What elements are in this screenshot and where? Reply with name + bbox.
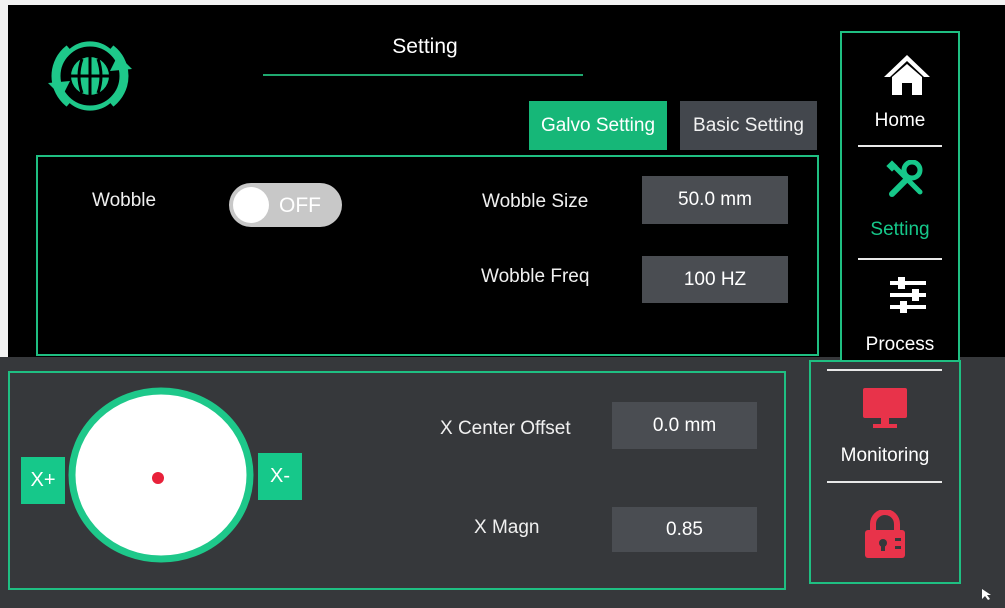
x-plus-button[interactable]: X+ bbox=[21, 457, 65, 504]
tab-basic-setting[interactable]: Basic Setting bbox=[680, 101, 817, 150]
wobble-toggle[interactable]: OFF bbox=[229, 183, 342, 227]
sliders-icon bbox=[890, 277, 926, 313]
wobble-freq-label: Wobble Freq bbox=[481, 266, 590, 287]
sidebar-item-process[interactable]: Process bbox=[842, 265, 958, 357]
nav-divider bbox=[827, 481, 942, 483]
toggle-knob bbox=[233, 187, 269, 223]
x-minus-button[interactable]: X- bbox=[258, 453, 302, 500]
cursor-icon bbox=[982, 589, 991, 600]
wobble-label: Wobble bbox=[92, 190, 157, 211]
sidebar-item-label: Setting bbox=[870, 219, 930, 240]
sidebar-item-label: Monitoring bbox=[840, 445, 930, 466]
wrench-screwdriver-icon bbox=[886, 160, 923, 197]
x-center-offset-label: X Center Offset bbox=[440, 418, 571, 439]
monitor-icon bbox=[863, 388, 907, 428]
nav-divider bbox=[827, 369, 942, 371]
sidebar-item-home[interactable]: Home bbox=[842, 45, 958, 145]
nav-divider bbox=[858, 145, 942, 147]
wobble-freq-field[interactable]: 100 HZ bbox=[642, 256, 788, 303]
tab-galvo-setting[interactable]: Galvo Setting bbox=[529, 101, 667, 150]
wobble-size-label: Wobble Size bbox=[482, 191, 589, 212]
x-magn-label: X Magn bbox=[474, 517, 540, 538]
refresh-globe-logo-icon bbox=[48, 36, 132, 116]
field-preview bbox=[68, 387, 254, 563]
nav-divider bbox=[858, 258, 942, 260]
sidebar-item-monitoring[interactable]: Monitoring bbox=[811, 376, 959, 476]
sidebar-item-setting[interactable]: Setting bbox=[842, 150, 958, 255]
sidebar-item-label: Process bbox=[865, 334, 935, 355]
lock-icon bbox=[865, 510, 905, 558]
window-top-border bbox=[0, 0, 1005, 5]
page-title: Setting bbox=[392, 35, 458, 58]
wobble-size-field[interactable]: 50.0 mm bbox=[642, 176, 788, 224]
x-magn-field[interactable]: 0.85 bbox=[612, 507, 757, 552]
toggle-state-text: OFF bbox=[279, 194, 321, 217]
sidebar-item-label: Home bbox=[874, 110, 926, 131]
x-center-offset-field[interactable]: 0.0 mm bbox=[612, 402, 757, 449]
sidebar-item-lock[interactable] bbox=[811, 488, 959, 578]
home-icon bbox=[884, 55, 930, 95]
title-underline bbox=[263, 74, 583, 76]
center-dot bbox=[152, 472, 164, 484]
